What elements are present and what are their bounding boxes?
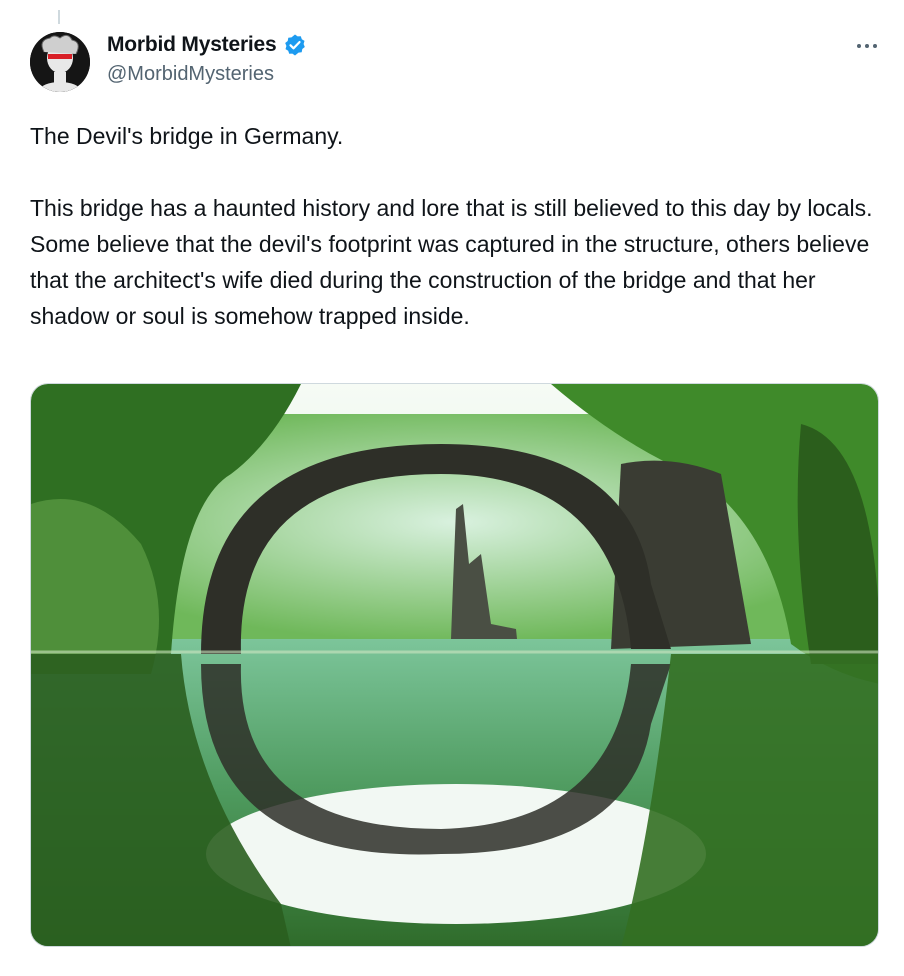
- author-avatar[interactable]: [30, 32, 90, 92]
- verified-badge-icon: [284, 34, 305, 56]
- author-handle[interactable]: @MorbidMysteries: [107, 63, 307, 86]
- more-options-icon: [857, 44, 861, 48]
- tweet-photo[interactable]: [30, 383, 879, 947]
- skull-avatar-icon: [30, 32, 90, 92]
- more-options-button[interactable]: [852, 36, 882, 56]
- thread-connector: [58, 10, 60, 24]
- tweet-text: The Devil's bridge in Germany. This brid…: [30, 123, 873, 329]
- author-display-name[interactable]: Morbid Mysteries: [107, 33, 277, 57]
- bridge-photo-illustration: [31, 384, 878, 946]
